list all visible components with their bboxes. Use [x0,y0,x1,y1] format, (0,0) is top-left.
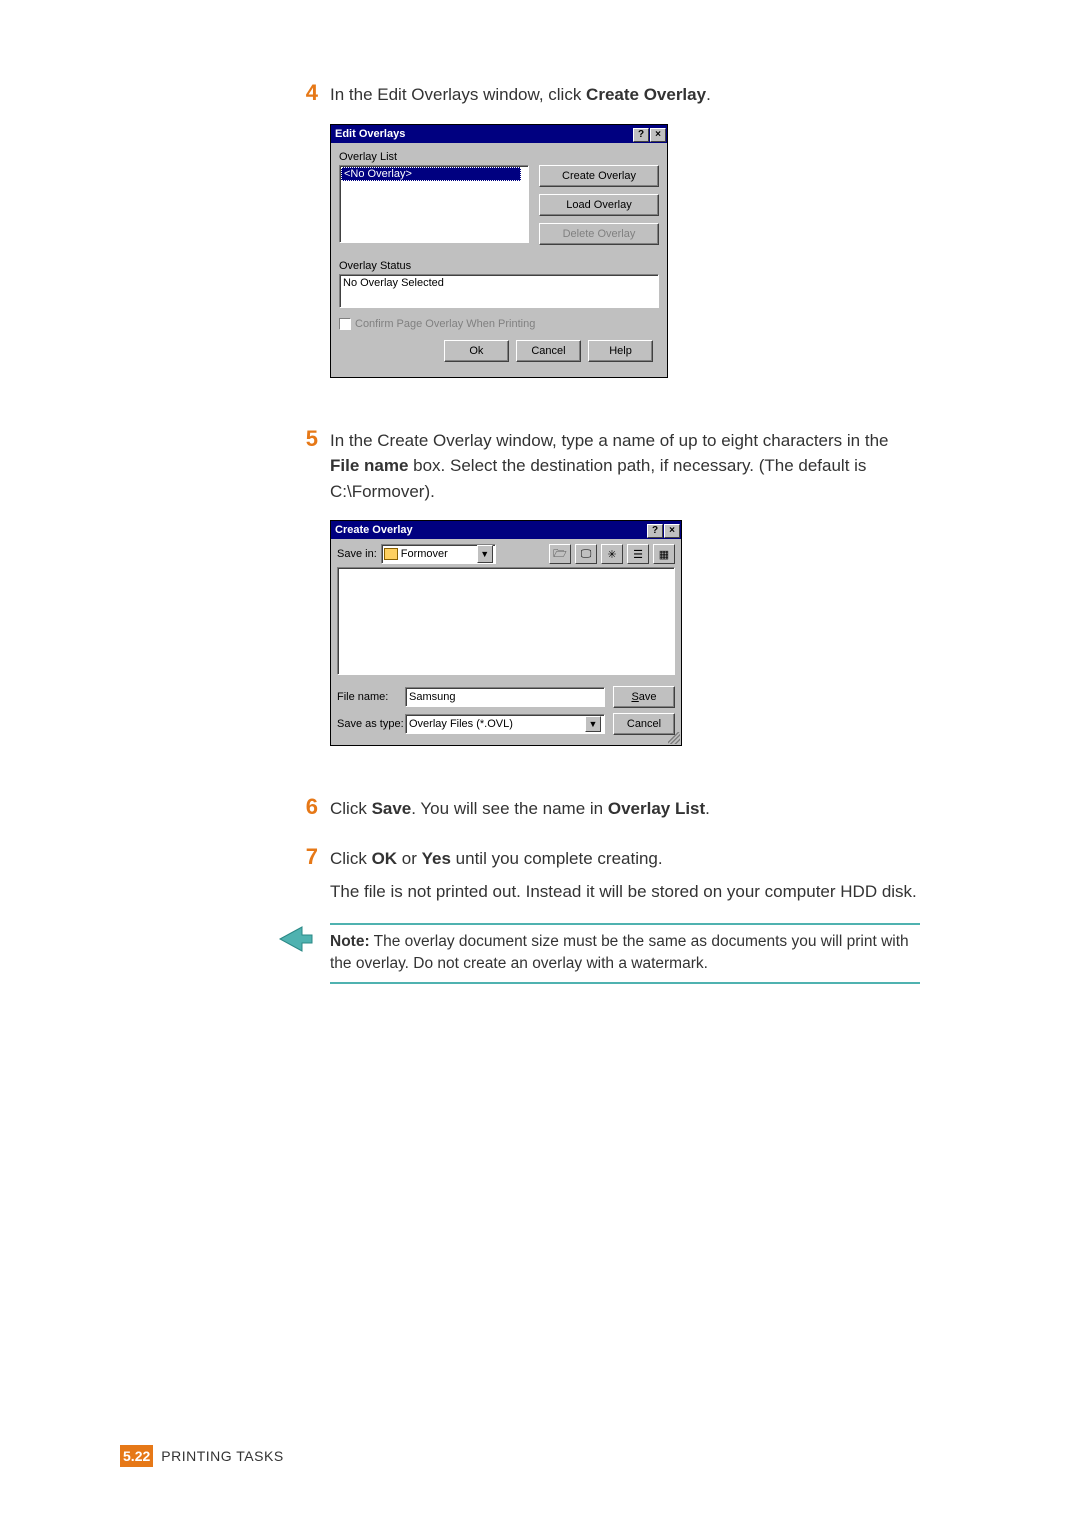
overlay-status-text: No Overlay Selected [343,277,444,289]
save-as-type-label: Save as type: [337,718,405,730]
save-in-value: Formover [401,548,448,560]
overlay-listbox[interactable]: <No Overlay> [339,165,529,243]
folder-icon [384,548,398,560]
load-overlay-button[interactable]: Load Overlay [539,194,659,216]
close-icon[interactable]: × [650,128,666,142]
list-view-icon[interactable]: ☰ [627,544,649,564]
close-icon[interactable]: × [664,524,680,538]
step4-pre: In the Edit Overlays window, click [330,85,586,104]
step5-b1: File name [330,456,408,475]
file-name-label: File name: [337,691,405,703]
page-footer: 5.22 PRINTING TASKS [120,1445,284,1467]
details-view-icon[interactable]: ▦ [653,544,675,564]
step-number-5: 5 [280,426,318,452]
note-body: The overlay document size must be the sa… [330,933,909,972]
overlay-status-label: Overlay Status [339,260,659,272]
step6-text: Click Save. You will see the name in Ove… [330,796,710,822]
step5-text: In the Create Overlay window, type a nam… [330,428,920,505]
edit-overlays-title: Edit Overlays [335,128,405,140]
help-icon[interactable]: ? [647,524,663,538]
page-number-box: 5.22 [120,1445,153,1467]
step5-t1: In the Create Overlay window, type a nam… [330,431,888,450]
step-number-7: 7 [280,844,318,870]
step4-text: In the Edit Overlays window, click Creat… [330,82,711,108]
up-one-level-icon[interactable]: 🗁 [549,544,571,564]
file-name-value: Samsung [409,691,455,703]
create-overlay-title: Create Overlay [335,524,413,536]
create-overlay-button[interactable]: Create Overlay [539,165,659,187]
new-folder-icon[interactable]: ✳ [601,544,623,564]
save-as-type-combo[interactable]: Overlay Files (*.OVL) ▼ [405,714,605,734]
step7-text: Click OK or Yes until you complete creat… [330,846,663,872]
save-in-combo[interactable]: Formover ▼ [381,544,496,564]
step4-post: . [706,85,711,104]
edit-overlays-dialog: Edit Overlays ? × Overlay List <No Overl… [330,124,668,378]
confirm-overlay-label: Confirm Page Overlay When Printing [355,318,535,330]
cancel-button[interactable]: Cancel [516,340,581,362]
note-icon [276,921,318,963]
create-overlay-titlebar: Create Overlay ? × [331,521,681,539]
help-icon[interactable]: ? [633,128,649,142]
confirm-overlay-checkbox [339,318,351,330]
save-as-type-value: Overlay Files (*.OVL) [409,718,513,730]
chevron-down-icon[interactable]: ▼ [585,716,601,732]
overlay-list-item[interactable]: <No Overlay> [341,167,521,181]
help-button[interactable]: Help [588,340,653,362]
cancel-button[interactable]: Cancel [613,713,675,735]
save-in-label: Save in: [337,548,377,560]
chevron-down-icon[interactable]: ▼ [477,545,493,563]
step7-desc: The file is not printed out. Instead it … [330,879,924,905]
edit-overlays-titlebar: Edit Overlays ? × [331,125,667,143]
delete-overlay-button: Delete Overlay [539,223,659,245]
save-button[interactable]: Save [613,686,675,708]
overlay-status-box: No Overlay Selected [339,274,659,308]
step5-t2: box. Select the destination path, if nec… [330,456,866,501]
file-name-input[interactable]: Samsung [405,687,605,707]
note-block: Note: The overlay document size must be … [330,923,1010,984]
overlay-list-label: Overlay List [339,151,659,163]
step-number-6: 6 [280,794,318,820]
file-list-area[interactable] [337,567,675,675]
ok-button[interactable]: Ok [444,340,509,362]
confirm-overlay-row: Confirm Page Overlay When Printing [339,318,659,330]
footer-title: PRINTING TASKS [161,1448,283,1464]
note-label: Note: [330,933,370,950]
step4-bold: Create Overlay [586,85,706,104]
create-overlay-dialog: Create Overlay ? × Save in: Formover ▼ 🗁… [330,520,682,746]
step-number-4: 4 [280,80,318,106]
resize-grip-icon[interactable] [668,732,680,744]
desktop-icon[interactable]: 🖵 [575,544,597,564]
